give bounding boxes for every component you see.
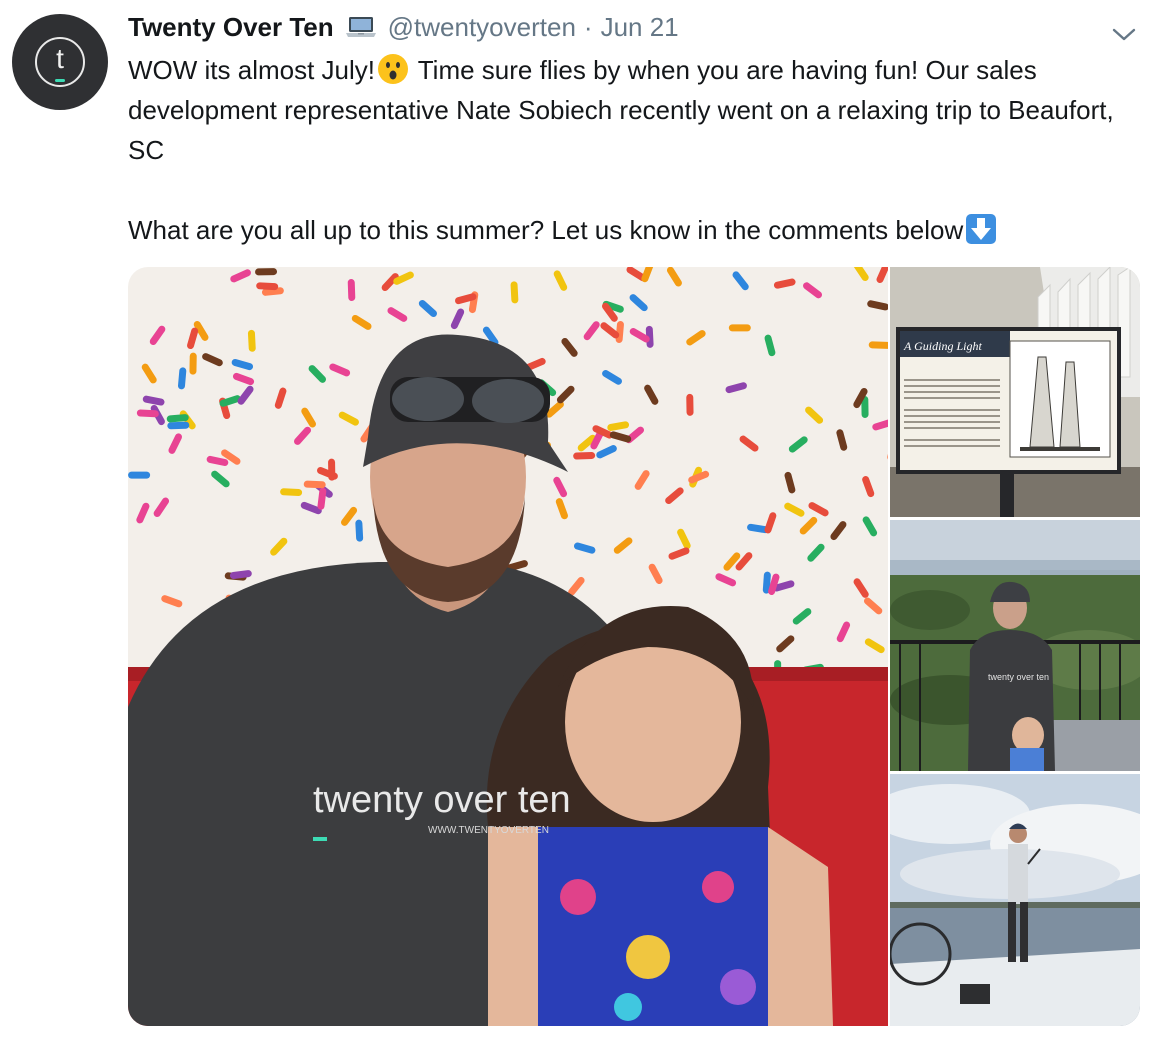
sprinkle [573,452,596,460]
sprinkle [247,329,256,352]
sprinkle [256,282,279,291]
down-arrow-emoji [965,213,997,245]
avatar[interactable]: t [12,14,108,110]
sprinkle [728,324,751,332]
sprinkle [303,480,326,489]
tweet-text-part: What are you all up to this summer? Let … [128,215,964,245]
tweet-paragraph-2: What are you all up to this summer? Let … [128,210,1128,250]
sprinkle [280,488,303,497]
sprinkle [167,421,190,430]
photo-boat[interactable] [890,774,1140,1026]
astonished-face-emoji [377,53,409,85]
photo-lighthouse-balcony[interactable]: twenty over ten [890,520,1140,771]
chevron-down-icon[interactable] [1110,20,1138,48]
sprinkle [255,268,278,276]
sign-title: A Guiding Light [903,339,982,353]
media-grid[interactable]: twenty over ten WWW.TWENTYOVERTEN A Guid… [128,267,1140,1026]
avatar-letter: t [56,43,64,74]
display-name[interactable]: Twenty Over Ten [128,12,334,43]
tweet-paragraph-1: WOW its almost July! Time sure flies by … [128,50,1128,170]
avatar-accent [55,79,65,82]
sprinkle [347,279,356,302]
sprinkle [189,352,197,375]
tweet-header: Twenty Over Ten @twentyoverten · Jun 21 [128,10,679,44]
sprinkle [128,471,151,479]
sprinkle [868,341,888,349]
separator: · [583,11,593,42]
shirt-logo-text: twenty over ten [313,779,571,821]
shirt-url-text: WWW.TWENTYOVERTEN [428,825,549,836]
photo-lighthouse-sign[interactable]: A Guiding Light [890,267,1140,517]
tweet[interactable]: t Twenty Over Ten @twentyoverten · Jun 2… [0,0,1162,1046]
tweet-text: WOW its almost July! Time sure flies by … [128,50,1128,250]
sprinkle [355,519,364,542]
tweet-date[interactable]: Jun 21 [601,12,679,43]
balcony-shirt-text: twenty over ten [988,672,1049,682]
sprinkle [686,393,694,416]
photo-father-daughter[interactable]: twenty over ten WWW.TWENTYOVERTEN [128,267,888,1026]
handle[interactable]: @twentyoverten [388,12,576,43]
sprinkle [510,281,519,304]
laptop-icon [344,14,378,40]
tweet-text-part: WOW its almost July! [128,55,376,85]
sprinkle [136,409,159,418]
